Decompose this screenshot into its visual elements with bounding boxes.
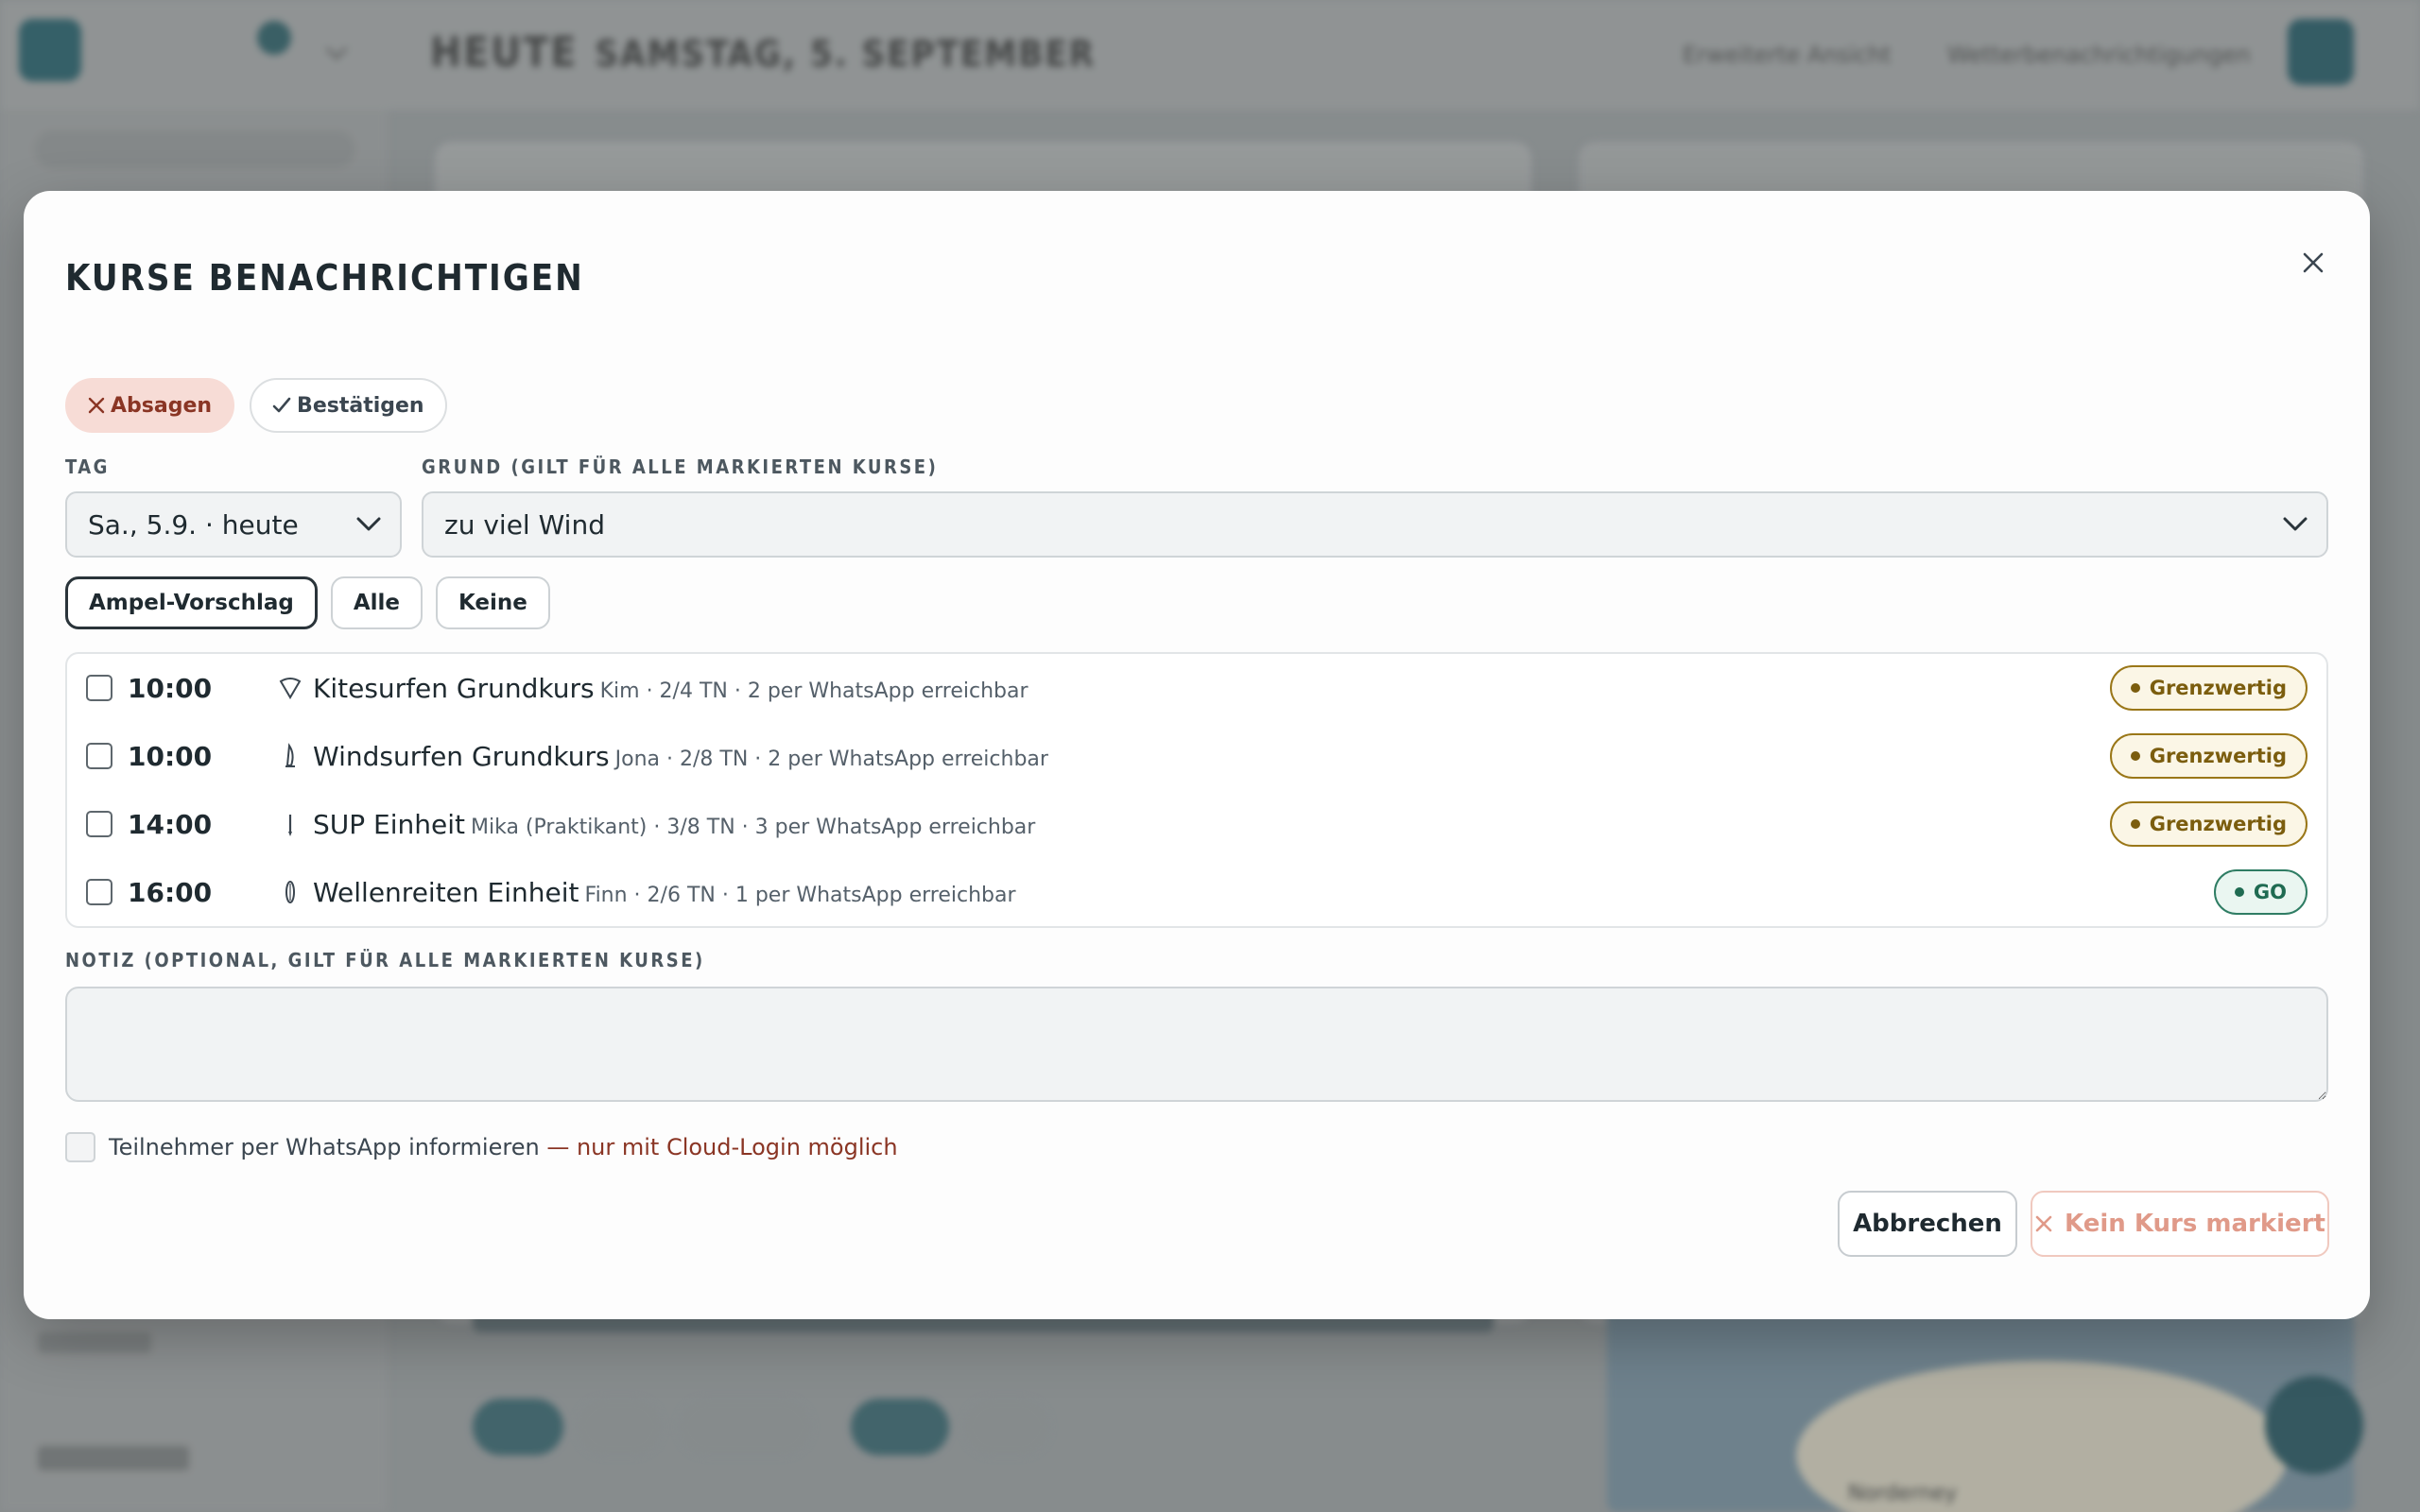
mode-confirm-label: Bestätigen <box>297 393 424 418</box>
sup-paddle-icon <box>288 815 292 836</box>
selection-filter: Ampel-Vorschlag Alle Keine <box>65 576 550 629</box>
course-checkbox[interactable] <box>86 879 112 905</box>
filter-all-button[interactable]: Alle <box>330 576 424 629</box>
mode-confirm-button[interactable]: Bestätigen <box>250 378 447 433</box>
whatsapp-option: Teilnehmer per WhatsApp informieren — nu… <box>65 1132 898 1162</box>
mode-cancel-label: Absagen <box>111 393 213 418</box>
note-label: NOTIZ (OPTIONAL, GILT FÜR ALLE MARKIERTE… <box>65 949 705 971</box>
status-badge: GO <box>2213 869 2308 915</box>
whatsapp-label: Teilnehmer per WhatsApp informieren — nu… <box>109 1134 898 1160</box>
status-dot <box>2130 683 2140 693</box>
course-meta: Jona · 2/8 TN · 2 per WhatsApp erreichba… <box>614 747 1048 771</box>
notify-courses-dialog: KURSE BENACHRICHTIGEN Absagen Bestätigen… <box>24 191 2370 1319</box>
whatsapp-label-text: Teilnehmer per WhatsApp informieren <box>109 1134 540 1160</box>
course-name: SUP Einheit Mika (Praktikant) · 3/8 TN · … <box>313 809 1035 840</box>
course-meta: Mika (Praktikant) · 3/8 TN · 3 per Whats… <box>471 815 1036 839</box>
course-title: Wellenreiten Einheit <box>313 876 579 908</box>
status-dot <box>2234 887 2244 897</box>
day-label: TAG <box>65 455 110 478</box>
reason-select[interactable]: zu viel Wind <box>422 491 2328 558</box>
course-list: 10:00 Kitesurfen Grundkurs Kim · 2/4 TN ·… <box>65 652 2328 928</box>
dialog-title: KURSE BENACHRICHTIGEN <box>65 257 584 299</box>
status-badge: Grenzwertig <box>2109 801 2308 847</box>
x-icon <box>88 397 105 414</box>
course-name: Kitesurfen Grundkurs Kim · 2/4 TN · 2 per… <box>313 673 1028 704</box>
filter-suggest-button[interactable]: Ampel-Vorschlag <box>65 576 318 629</box>
status-text: Grenzwertig <box>2149 813 2287 835</box>
course-title: SUP Einheit <box>313 808 465 840</box>
status-text: GO <box>2253 881 2287 903</box>
course-name: Wellenreiten Einheit Finn · 2/6 TN · 1 pe… <box>313 877 1016 908</box>
filter-none-button[interactable]: Keine <box>436 576 550 629</box>
note-textarea[interactable] <box>65 987 2328 1102</box>
x-icon <box>2035 1215 2052 1232</box>
submit-button-label: Kein Kurs markiert <box>2065 1210 2325 1238</box>
reason-select-value: zu viel Wind <box>444 508 605 541</box>
mode-toggle: Absagen Bestätigen <box>65 378 447 433</box>
day-select-value: Sa., 5.9. · heute <box>88 508 299 541</box>
check-icon <box>272 397 291 413</box>
status-badge: Grenzwertig <box>2109 733 2308 779</box>
course-time: 10:00 <box>128 672 213 704</box>
reason-label: GRUND (GILT FÜR ALLE MARKIERTEN KURSE) <box>422 455 939 478</box>
status-dot <box>2130 751 2140 761</box>
day-select[interactable]: Sa., 5.9. · heute <box>65 491 402 558</box>
status-text: Grenzwertig <box>2149 677 2287 699</box>
status-text: Grenzwertig <box>2149 745 2287 767</box>
course-title: Windsurfen Grundkurs <box>313 740 610 772</box>
whatsapp-checkbox[interactable] <box>65 1132 95 1162</box>
cancel-button[interactable]: Abbrechen <box>1838 1191 2017 1257</box>
status-dot <box>2130 819 2140 829</box>
close-button[interactable] <box>2292 242 2334 284</box>
status-badge: Grenzwertig <box>2109 665 2308 711</box>
course-row[interactable]: 16:00 Wellenreiten Einheit Finn · 2/6 TN … <box>67 858 2326 926</box>
course-time: 10:00 <box>128 740 213 772</box>
close-icon <box>2303 252 2324 273</box>
course-meta: Kim · 2/4 TN · 2 per WhatsApp erreichbar <box>599 679 1028 703</box>
course-row[interactable]: 14:00 SUP Einheit Mika (Praktikant) · 3/8… <box>67 790 2326 858</box>
chevron-down-icon <box>356 517 381 531</box>
course-meta: Finn · 2/6 TN · 1 per WhatsApp erreichba… <box>584 883 1016 907</box>
chevron-down-icon <box>2283 517 2308 531</box>
course-row[interactable]: 10:00 Windsurfen Grundkurs Jona · 2/8 TN … <box>67 722 2326 790</box>
course-time: 14:00 <box>128 808 213 840</box>
course-checkbox[interactable] <box>86 743 112 769</box>
course-name: Windsurfen Grundkurs Jona · 2/8 TN · 2 pe… <box>313 741 1048 772</box>
mode-cancel-button[interactable]: Absagen <box>65 378 235 433</box>
course-row[interactable]: 10:00 Kitesurfen Grundkurs Kim · 2/4 TN ·… <box>67 654 2326 722</box>
course-checkbox[interactable] <box>86 675 112 701</box>
course-time: 16:00 <box>128 876 213 908</box>
course-checkbox[interactable] <box>86 811 112 837</box>
kite-icon <box>279 678 302 699</box>
windsurf-sail-icon <box>285 743 295 767</box>
course-title: Kitesurfen Grundkurs <box>313 672 595 704</box>
surfboard-icon <box>285 881 295 903</box>
whatsapp-warning: — nur mit Cloud-Login möglich <box>546 1134 898 1160</box>
submit-button[interactable]: Kein Kurs markiert <box>2031 1191 2329 1257</box>
